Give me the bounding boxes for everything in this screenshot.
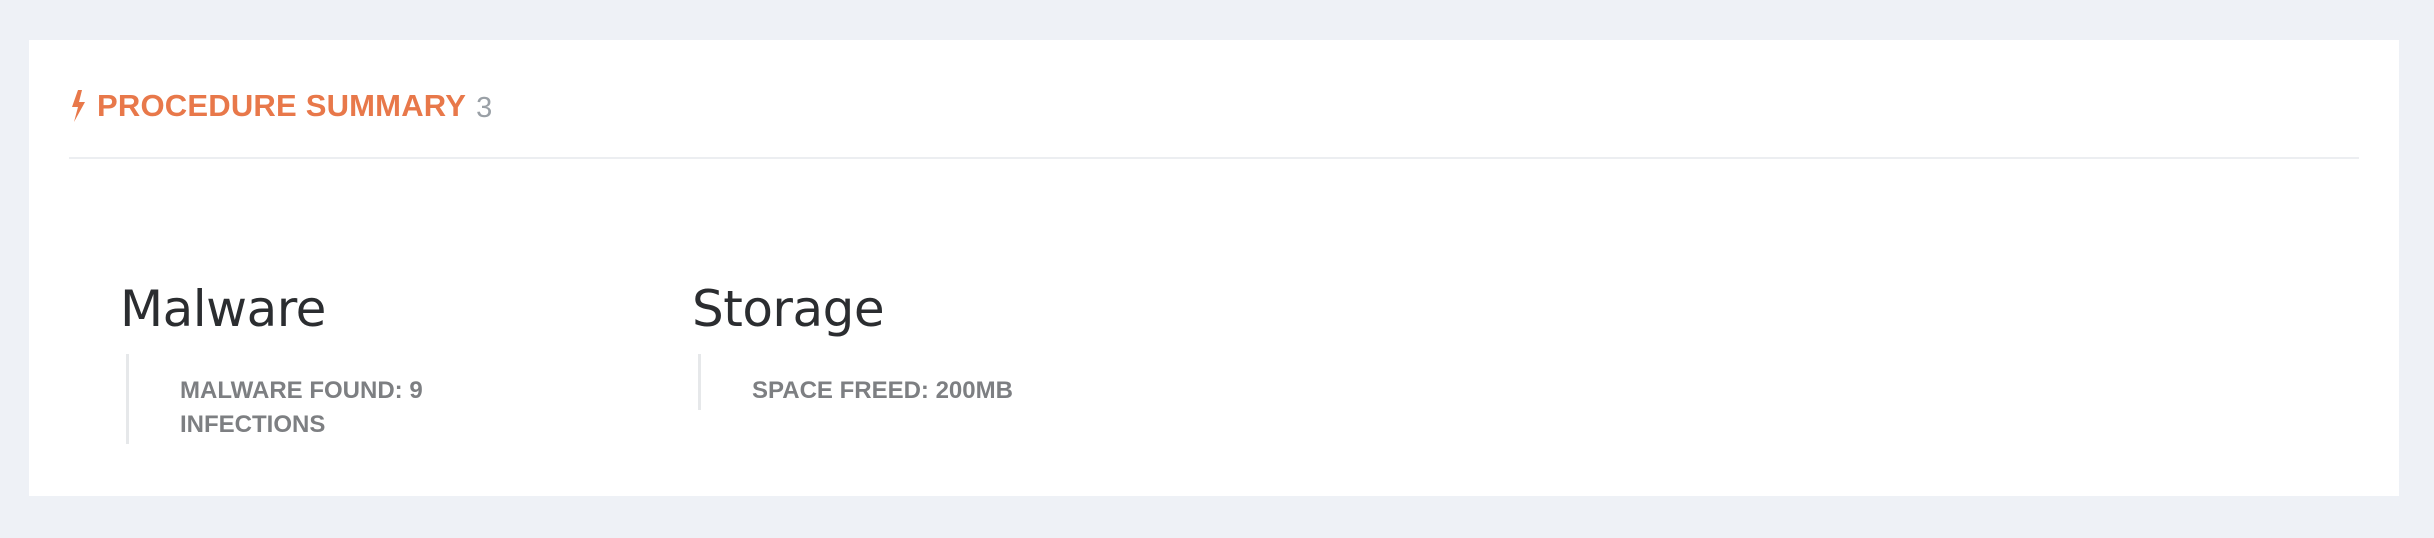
procedure-summary-panel: PROCEDURE SUMMARY 3 Malware MALWARE FOUN…: [29, 40, 2399, 496]
panel-title: PROCEDURE SUMMARY: [97, 88, 467, 123]
panel-header: PROCEDURE SUMMARY 3: [69, 86, 492, 126]
storage-stat: SPACE FREED: 200MB: [698, 354, 1013, 410]
header-divider: [69, 157, 2359, 159]
bolt-icon: [69, 90, 87, 122]
storage-section-title: Storage: [692, 280, 885, 338]
procedure-count: 3: [476, 91, 493, 124]
malware-stat: MALWARE FOUND: 9 INFECTIONS: [126, 354, 460, 444]
malware-found-text: MALWARE FOUND: 9 INFECTIONS: [180, 377, 423, 438]
space-freed-text: SPACE FREED: 200MB: [752, 377, 1013, 404]
malware-section-title: Malware: [120, 280, 326, 338]
malware-section: Malware MALWARE FOUND: 9 INFECTIONS: [120, 280, 460, 444]
storage-section: Storage SPACE FREED: 200MB: [692, 280, 1013, 410]
